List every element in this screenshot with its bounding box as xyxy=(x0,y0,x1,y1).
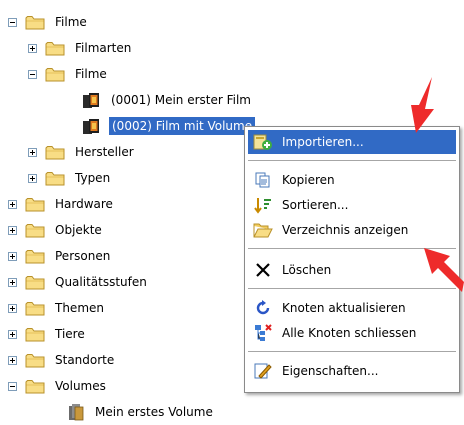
tree-node-themen[interactable]: Themen xyxy=(8,295,106,321)
collapse-icon[interactable] xyxy=(28,69,37,79)
tree-node-label-selected: (0002) Film mit Volume xyxy=(109,117,256,135)
menu-item-label: Eigenschaften... xyxy=(282,364,379,378)
expand-icon[interactable] xyxy=(8,329,17,339)
red-arrow-icon xyxy=(424,248,464,292)
expand-icon[interactable] xyxy=(8,251,17,261)
tree-node-label: Hardware xyxy=(55,197,113,211)
menu-item-label: Importieren... xyxy=(282,135,364,149)
tree-node-typen[interactable]: Typen xyxy=(28,165,112,191)
tree-node-qualitaetsstufen[interactable]: Qualitätsstufen xyxy=(8,269,149,295)
tree-node-volume-1[interactable]: Mein erstes Volume xyxy=(67,399,215,425)
collapse-all-icon xyxy=(252,323,274,343)
menu-item-label: Löschen xyxy=(282,263,332,277)
folder-icon xyxy=(25,197,45,212)
menu-item-label: Alle Knoten schliessen xyxy=(282,326,417,340)
tree-node-filmarten[interactable]: Filmarten xyxy=(28,35,133,61)
expand-icon[interactable] xyxy=(8,199,17,209)
tree-node-personen[interactable]: Personen xyxy=(8,243,112,269)
menu-item-alle-knoten-schliessen[interactable]: Alle Knoten schliessen xyxy=(248,321,456,345)
tree-node-film-1[interactable]: (0001) Mein erster Film xyxy=(82,87,253,113)
tree-node-label: Objekte xyxy=(55,223,102,237)
tree-node-label: Filmarten xyxy=(75,41,132,55)
menu-item-sortieren[interactable]: Sortieren... xyxy=(248,193,456,217)
film-icon xyxy=(82,92,101,109)
tree-node-label: Volumes xyxy=(55,379,106,393)
volume-icon xyxy=(67,403,85,421)
expand-icon[interactable] xyxy=(8,277,17,287)
folder-icon xyxy=(25,275,45,290)
menu-item-label: Sortieren... xyxy=(282,198,349,212)
expand-icon[interactable] xyxy=(28,173,37,183)
tree-node-label: Themen xyxy=(55,301,104,315)
delete-icon xyxy=(252,260,274,280)
menu-item-label: Verzeichnis anzeigen xyxy=(282,223,409,237)
open-folder-icon xyxy=(252,220,274,240)
film-icon xyxy=(82,118,101,135)
expand-icon[interactable] xyxy=(28,43,37,53)
tree-node-label: Tiere xyxy=(55,327,85,341)
sort-icon xyxy=(252,195,274,215)
tree-node-filme[interactable]: Filme xyxy=(8,9,89,35)
tree-node-label: Qualitätsstufen xyxy=(55,275,147,289)
tree-node-standorte[interactable]: Standorte xyxy=(8,347,116,373)
import-icon xyxy=(252,132,274,152)
properties-icon xyxy=(252,361,274,381)
expand-icon[interactable] xyxy=(8,303,17,313)
tree-node-tiere[interactable]: Tiere xyxy=(8,321,87,347)
tree-node-label: Standorte xyxy=(55,353,115,367)
menu-separator xyxy=(248,160,456,161)
folder-icon xyxy=(45,145,65,160)
folder-icon xyxy=(25,15,45,30)
menu-item-kopieren[interactable]: Kopieren xyxy=(248,168,456,192)
folder-icon xyxy=(25,353,45,368)
tree-node-label: (0001) Mein erster Film xyxy=(111,93,251,107)
expand-icon[interactable] xyxy=(8,355,17,365)
red-arrow-icon xyxy=(402,75,442,135)
folder-icon xyxy=(25,379,45,394)
menu-item-label: Kopieren xyxy=(282,173,335,187)
menu-separator xyxy=(248,351,456,352)
copy-icon xyxy=(252,170,274,190)
menu-item-label: Knoten aktualisieren xyxy=(282,301,406,315)
folder-icon xyxy=(25,301,45,316)
menu-item-eigenschaften[interactable]: Eigenschaften... xyxy=(248,359,456,383)
folder-icon xyxy=(25,223,45,238)
folder-icon xyxy=(45,67,65,82)
tree-node-filme-sub[interactable]: Filme xyxy=(28,61,109,87)
collapse-icon[interactable] xyxy=(8,381,17,391)
tree-node-label: Filme xyxy=(75,67,107,81)
refresh-icon xyxy=(252,298,274,318)
collapse-icon[interactable] xyxy=(8,17,17,27)
tree-node-label: Personen xyxy=(55,249,111,263)
tree-node-label: Mein erstes Volume xyxy=(95,405,213,419)
tree-node-volumes[interactable]: Volumes xyxy=(8,373,108,399)
expand-icon[interactable] xyxy=(28,147,37,157)
tree-node-label: Hersteller xyxy=(75,145,134,159)
expand-icon[interactable] xyxy=(8,225,17,235)
tree-node-label: Typen xyxy=(75,171,111,185)
tree-node-objekte[interactable]: Objekte xyxy=(8,217,104,243)
folder-icon xyxy=(25,327,45,342)
tree-node-label: Filme xyxy=(55,15,87,29)
folder-icon xyxy=(45,171,65,186)
tree-node-hersteller[interactable]: Hersteller xyxy=(28,139,136,165)
folder-icon xyxy=(45,41,65,56)
folder-icon xyxy=(25,249,45,264)
menu-item-knoten-aktualisieren[interactable]: Knoten aktualisieren xyxy=(248,296,456,320)
tree-node-film-2[interactable]: (0002) Film mit Volume xyxy=(82,113,256,139)
tree-node-hardware[interactable]: Hardware xyxy=(8,191,115,217)
